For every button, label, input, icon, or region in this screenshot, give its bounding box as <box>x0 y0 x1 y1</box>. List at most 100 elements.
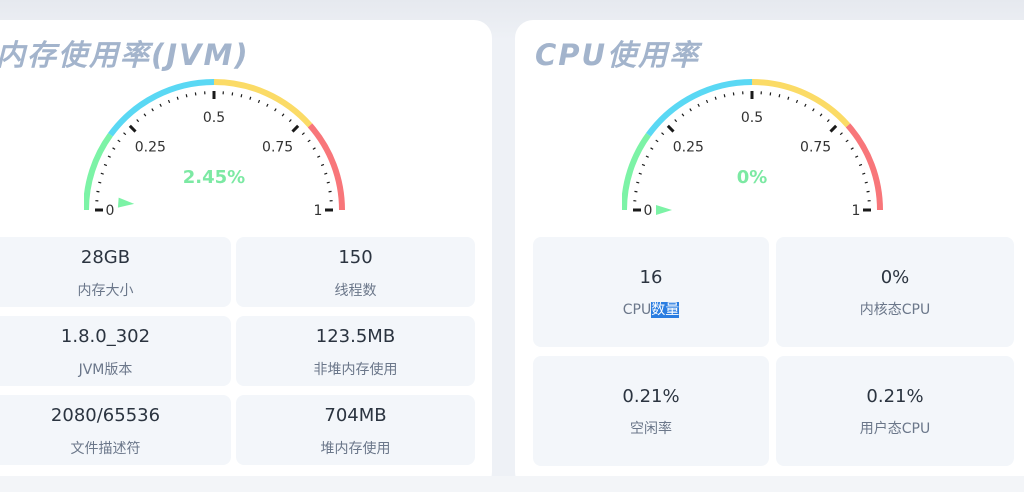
jvm-gauge-tick-label: 0.25 <box>135 139 166 155</box>
cpu-gauge-tick-label: 0.5 <box>741 110 763 126</box>
jvm-gauge-minor-tick <box>176 96 179 100</box>
jvm-gauge-minor-tick <box>123 132 127 136</box>
stat-label: 线程数 <box>334 283 377 299</box>
stat-heap-memory: 704MB 堆内存使用 <box>236 395 475 465</box>
cpu-gauge-minor-tick <box>819 113 823 117</box>
jvm-gauge-minor-tick <box>320 163 325 167</box>
cpu-gauge-value: 0% <box>737 167 768 188</box>
stat-memory-size: 28GB 内存大小 <box>0 237 231 307</box>
jvm-gauge-minor-tick <box>288 119 292 123</box>
stat-value: 123.5MB <box>315 326 396 347</box>
stat-label-prefix: CPU <box>622 302 652 318</box>
cpu-gauge-minor-tick <box>795 99 799 104</box>
stat-label: 空闲率 <box>630 421 672 437</box>
cpu-gauge-minor-tick <box>850 147 854 150</box>
cpu-gauge-minor-tick <box>723 94 726 98</box>
stat-value: 704MB <box>324 405 387 426</box>
jvm-gauge-major-tick <box>291 124 300 133</box>
jvm-gauge-minor-tick <box>185 94 188 98</box>
stat-user-cpu: 0.21% 用户态CPU <box>776 356 1014 466</box>
cpu-gauge-minor-tick <box>641 163 646 167</box>
stat-value: 0.21% <box>866 386 924 407</box>
stat-jvm-version: 1.8.0_302 JVM版本 <box>0 316 231 386</box>
jvm-gauge-minor-tick <box>167 99 171 104</box>
jvm-gauge-band-1 <box>108 79 215 137</box>
jvm-gauge-minor-tick <box>281 113 285 117</box>
stat-label: 内存大小 <box>77 283 134 299</box>
stat-value: 1.8.0_302 <box>60 326 151 347</box>
jvm-gauge-minor-tick <box>98 181 102 184</box>
jvm-gauge-major-tick <box>128 124 137 133</box>
jvm-gauge-minor-tick <box>312 147 316 150</box>
cpu-gauge-minor-tick <box>636 181 640 184</box>
jvm-gauge-pointer <box>117 197 135 208</box>
jvm-gauge: 0 0.25 0.5 0.75 1 2.45% <box>84 70 384 240</box>
stat-label: JVM版本 <box>78 362 133 378</box>
cpu-card-title: CPU使用率 <box>535 38 701 72</box>
cpu-gauge-pointer <box>656 205 672 215</box>
cpu-gauge-minor-tick <box>787 96 790 100</box>
stat-thread-count: 150 线程数 <box>236 237 475 307</box>
cpu-gauge-minor-tick <box>689 108 692 112</box>
jvm-gauge-minor-tick <box>326 181 330 184</box>
stat-value: 150 <box>338 247 373 268</box>
cpu-gauge-minor-tick <box>661 132 665 136</box>
jvm-card-title: 内存使用率(JVM) <box>0 38 250 72</box>
jvm-gauge-minor-tick <box>307 139 311 143</box>
jvm-gauge-minor-tick <box>301 132 305 136</box>
cpu-gauge-major-tick <box>829 124 838 133</box>
cpu-gauge-major-tick <box>666 124 675 133</box>
selected-text[interactable]: 数量 <box>651 302 680 318</box>
cpu-gauge-tick-label: 0.25 <box>673 139 704 155</box>
jvm-gauge-tick-label: 1 <box>314 203 323 219</box>
stat-value: 0% <box>880 267 910 288</box>
cpu-gauge-band-3 <box>845 123 883 211</box>
jvm-gauge-tick-label: 0.5 <box>203 110 225 126</box>
stat-cpu-count: 16 CPU数量 <box>533 237 769 347</box>
jvm-gauge-value: 2.45% <box>183 167 245 188</box>
stat-label: 非堆内存使用 <box>313 362 398 378</box>
jvm-gauge-minor-tick <box>100 172 104 175</box>
jvm-gauge-minor-tick <box>249 96 252 100</box>
jvm-gauge-minor-tick <box>266 103 269 107</box>
cpu-gauge-minor-tick <box>826 119 830 123</box>
jvm-gauge-tick-label: 0 <box>106 203 115 219</box>
jvm-gauge-band-0 <box>84 133 113 211</box>
stat-value: 2080/65536 <box>50 405 161 426</box>
stat-kernel-cpu: 0% 内核态CPU <box>776 237 1014 347</box>
cpu-gauge-minor-tick <box>858 163 863 167</box>
cpu-gauge-minor-tick <box>681 113 685 117</box>
jvm-gauge-minor-tick <box>317 155 321 158</box>
cpu-gauge-minor-tick <box>839 132 843 136</box>
stat-label: 用户态CPU <box>859 421 931 437</box>
cpu-gauge-tick-label: 0 <box>644 203 653 219</box>
cpu-gauge-minor-tick <box>645 155 649 158</box>
cpu-gauge-minor-tick <box>655 139 659 143</box>
jvm-gauge-band-2 <box>213 79 313 128</box>
cpu-gauge-svg: 0 0.25 0.5 0.75 1 0% <box>622 79 883 219</box>
cpu-gauge-minor-tick <box>862 172 866 175</box>
jvm-gauge-minor-tick <box>240 94 243 98</box>
jvm-gauge-minor-tick <box>112 147 116 150</box>
jvm-memory-card: 内存使用率(JVM) 0 0.25 0.5 0.75 1 2.45% 28GB 内存大小 … <box>0 20 492 490</box>
jvm-gauge-minor-tick <box>324 172 328 175</box>
cpu-gauge-minor-tick <box>778 94 781 98</box>
stat-value: 16 <box>639 267 663 288</box>
stat-value: 0.21% <box>622 386 680 407</box>
cpu-gauge-band-2 <box>751 79 851 128</box>
stat-non-heap-memory: 123.5MB 非堆内存使用 <box>236 316 475 386</box>
jvm-gauge-minor-tick <box>136 119 140 123</box>
cpu-gauge-minor-tick <box>812 108 815 112</box>
cpu-gauge: 0 0.25 0.5 0.75 1 0% <box>622 70 922 240</box>
jvm-gauge-minor-tick <box>117 139 121 143</box>
cpu-gauge-tick-label: 0.75 <box>800 139 831 155</box>
cpu-gauge-band-0 <box>622 133 651 211</box>
jvm-gauge-svg: 0 0.25 0.5 0.75 1 2.45% <box>84 79 345 219</box>
jvm-gauge-minor-tick <box>143 113 147 117</box>
stat-label: 内核态CPU <box>859 302 931 318</box>
jvm-gauge-minor-tick <box>257 99 261 104</box>
stat-value: 28GB <box>80 247 131 268</box>
cpu-gauge-band-1 <box>646 79 753 137</box>
jvm-gauge-minor-tick <box>151 108 154 112</box>
cpu-gauge-minor-tick <box>855 155 859 158</box>
